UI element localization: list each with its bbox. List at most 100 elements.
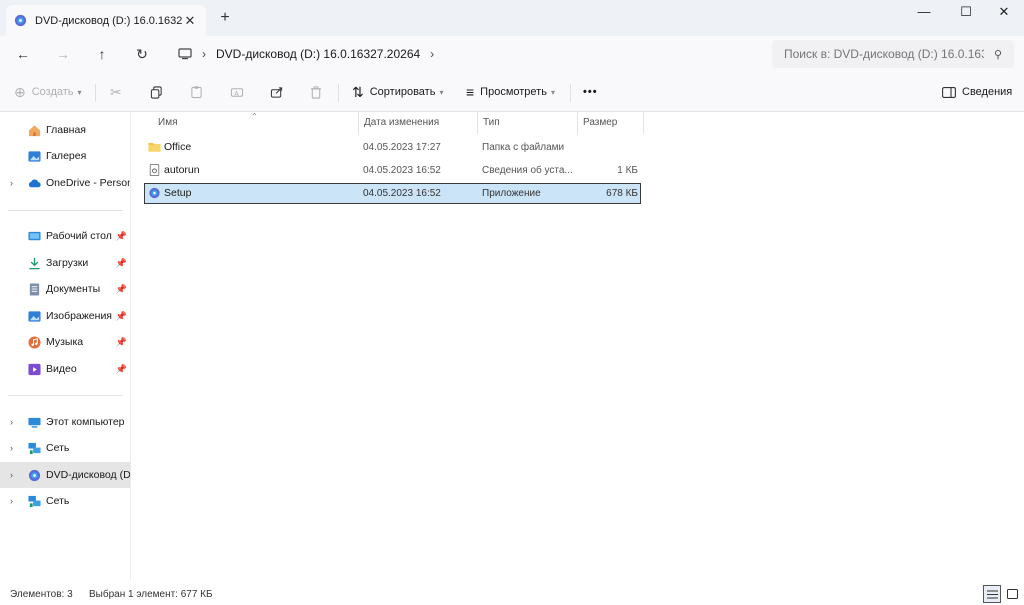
more-options-button[interactable]: ••• [583,82,598,102]
sidebar-item-label: Музыка [46,336,84,348]
pin-icon[interactable]: 📌 [116,258,127,269]
office-disc-icon [14,14,27,27]
clipboard-icon [191,86,202,99]
divider [95,84,96,102]
navigation-bar: ← → ↑ ↻ › DVD-дисковод (D:) 16.0.16327.2… [0,36,1024,72]
pin-icon[interactable]: 📌 [116,337,127,348]
column-divider[interactable] [643,112,644,134]
close-button[interactable]: ✕ [984,0,1024,24]
cloud-icon [28,179,41,187]
file-size [582,137,638,158]
title-bar: DVD-дисковод (D:) 16.0.16327 ✕ + — ☐ ✕ [0,0,1024,36]
table-row[interactable]: Setup 04.05.2023 16:52 Приложение 678 КБ [144,183,641,204]
file-date: 04.05.2023 16:52 [363,165,441,176]
home-icon [28,124,41,136]
search-input[interactable] [784,47,984,61]
divider [570,84,571,102]
gallery-icon [28,150,41,162]
document-icon [29,282,40,296]
pin-icon[interactable]: 📌 [116,284,127,295]
sidebar-item-onedrive[interactable]: › OneDrive - Persona [0,170,130,196]
chevron-right-icon[interactable]: › [10,470,13,480]
file-type: Приложение [482,188,541,199]
list-view-icon: ≡ [466,84,475,100]
paste-button[interactable] [190,82,203,102]
sidebar-item-label: Изображения [46,310,112,322]
svg-text:A: A [234,89,239,97]
details-button[interactable]: Сведения [942,82,1012,102]
computer-icon [178,48,192,60]
sidebar-item-pictures[interactable]: Изображения 📌 [0,303,130,329]
column-header-size[interactable]: Размер [577,112,643,134]
table-row[interactable]: Office 04.05.2023 17:27 Папка с файлами [144,137,641,158]
chevron-right-icon[interactable]: › [430,47,434,61]
breadcrumb[interactable]: DVD-дисковод (D:) 16.0.16327.20264 [216,47,420,61]
new-button[interactable]: ⊕ Создать ▾ [14,82,82,102]
delete-button[interactable] [310,82,322,102]
network-icon [28,442,41,454]
sidebar-item-network-2[interactable]: › Сеть [0,488,130,514]
sidebar-item-home[interactable]: Главная [0,117,130,143]
copy-icon [150,85,162,99]
office-disc-icon [28,469,41,481]
sidebar-item-dvd-drive[interactable]: › DVD-дисковод (D:) [0,462,130,488]
pin-icon[interactable]: 📌 [116,311,127,322]
rename-button[interactable]: A [230,82,244,102]
chevron-right-icon[interactable]: › [10,178,13,188]
sidebar-divider [8,395,123,396]
forward-arrow-icon[interactable]: → [52,44,74,64]
sidebar-item-desktop[interactable]: Рабочий стол 📌 [0,223,130,249]
sort-button[interactable]: ⇅ Сортировать ▾ [352,82,443,102]
view-button[interactable]: ≡ Просмотреть ▾ [466,82,555,102]
tiles-view-button[interactable] [1003,585,1021,603]
details-view-button[interactable] [983,585,1001,603]
share-icon [270,86,283,98]
search-icon[interactable]: ⚲ [994,48,1002,61]
sidebar-divider [8,210,123,211]
pin-icon[interactable]: 📌 [116,231,127,242]
sidebar-item-label: Сеть [46,442,70,454]
file-size: 1 КБ [617,165,638,176]
back-arrow-icon[interactable]: ← [12,44,34,64]
status-bar: Элементов: 3 Выбран 1 элемент: 677 КБ [0,580,1024,605]
chevron-right-icon: › [202,47,206,61]
sidebar-item-videos[interactable]: Видео 📌 [0,356,130,382]
details-view-icon [986,590,998,598]
chevron-right-icon[interactable]: › [10,443,13,453]
column-header-name[interactable]: Имя [152,112,358,134]
copy-button[interactable] [150,82,163,102]
pictures-icon [28,310,41,322]
cut-button[interactable]: ✂ [110,82,128,102]
file-date: 04.05.2023 17:27 [363,142,441,153]
sidebar-item-gallery[interactable]: Галерея [0,143,130,169]
sidebar-item-network[interactable]: › Сеть [0,435,130,461]
chevron-right-icon[interactable]: › [10,496,13,506]
sidebar-item-music[interactable]: Музыка 📌 [0,329,130,355]
pin-icon[interactable]: 📌 [116,364,127,375]
maximize-button[interactable]: ☐ [946,0,986,24]
file-type: Папка с файлами [482,142,565,153]
tab-dvd-drive[interactable]: DVD-дисковод (D:) 16.0.16327 ✕ [6,5,206,36]
refresh-icon[interactable]: ↻ [131,44,153,64]
new-tab-button[interactable]: + [216,10,234,28]
file-list: ⌃ Имя Дата изменения Тип Размер Office 0… [131,112,1024,580]
column-header-date[interactable]: Дата изменения [358,112,477,134]
divider [338,84,339,102]
share-button[interactable] [270,82,284,102]
search-box[interactable]: ⚲ [772,40,1014,68]
minimize-button[interactable]: — [904,0,944,24]
chevron-right-icon[interactable]: › [10,417,13,427]
file-type: Сведения об уста... [482,165,573,176]
sort-label: Сортировать [369,86,436,98]
tab-close-icon[interactable]: ✕ [182,13,198,29]
scissors-icon: ✂ [110,83,122,100]
sidebar-item-downloads[interactable]: Загрузки 📌 [0,250,130,276]
download-icon [29,257,40,269]
details-pane-icon [942,86,956,98]
sidebar-item-documents[interactable]: Документы 📌 [0,276,130,302]
address-bar[interactable]: › DVD-дисковод (D:) 16.0.16327.20264 › [168,40,764,68]
sidebar-item-this-pc[interactable]: › Этот компьютер [0,409,130,435]
column-header-type[interactable]: Тип [477,112,577,134]
table-row[interactable]: autorun 04.05.2023 16:52 Сведения об уст… [144,160,641,181]
up-arrow-icon[interactable]: ↑ [91,44,113,64]
